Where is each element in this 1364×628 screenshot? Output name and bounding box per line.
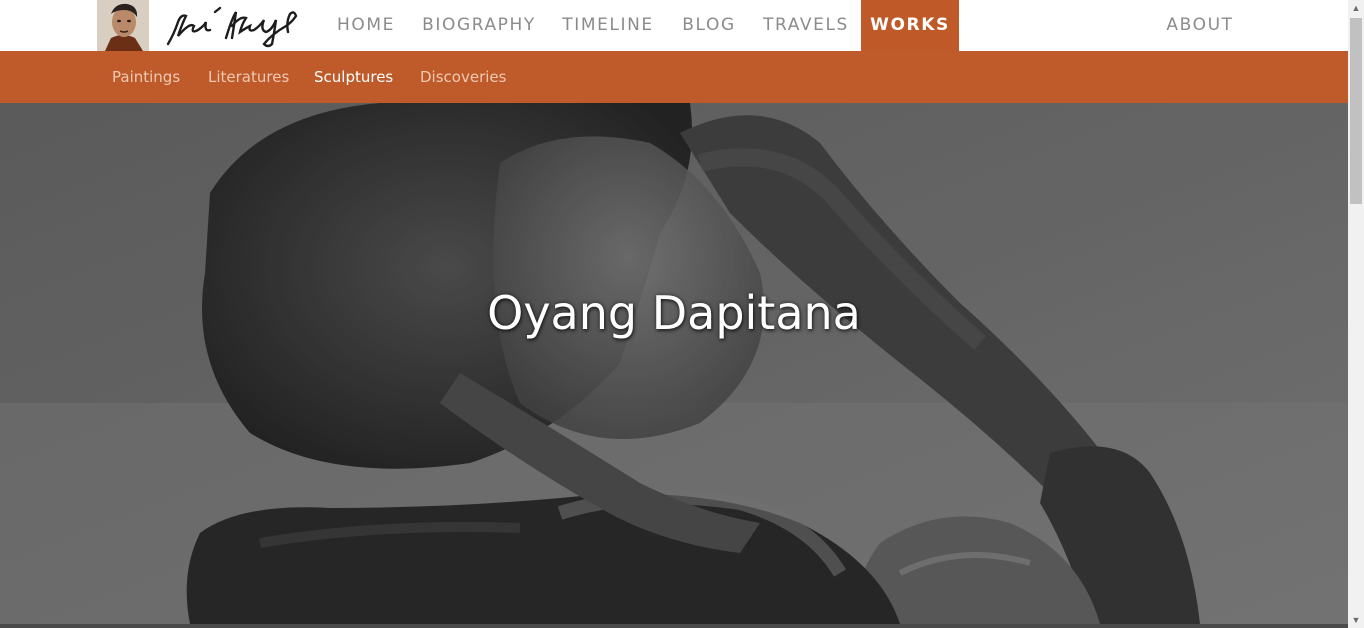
- scroll-down-icon[interactable]: ▼: [1348, 612, 1364, 628]
- nav-works[interactable]: WORKS: [861, 0, 959, 51]
- nav-about[interactable]: ABOUT: [1158, 0, 1242, 51]
- nav-blog[interactable]: BLOG: [673, 0, 745, 51]
- hero-banner: Oyang Dapitana: [0, 103, 1348, 624]
- nav-biography[interactable]: BIOGRAPHY: [416, 0, 542, 51]
- nav-home[interactable]: HOME: [327, 0, 405, 51]
- top-navbar: HOME BIOGRAPHY TIMELINE BLOG TRAVELS WOR…: [0, 0, 1348, 51]
- hero-title: Oyang Dapitana: [487, 286, 861, 340]
- scroll-up-icon[interactable]: ▲: [1348, 0, 1364, 16]
- portrait-logo[interactable]: [97, 0, 149, 51]
- subnav-discoveries[interactable]: Discoveries: [420, 51, 506, 103]
- sub-navbar: Paintings Literatures Sculptures Discove…: [0, 51, 1348, 103]
- bottom-edge: [0, 624, 1348, 628]
- nav-timeline[interactable]: TIMELINE: [555, 0, 661, 51]
- nav-travels[interactable]: TRAVELS: [757, 0, 855, 51]
- subnav-paintings[interactable]: Paintings: [112, 51, 180, 103]
- scroll-thumb[interactable]: [1350, 18, 1362, 204]
- subnav-sculptures[interactable]: Sculptures: [314, 51, 393, 103]
- subnav-literatures[interactable]: Literatures: [208, 51, 289, 103]
- signature-icon: [166, 6, 298, 48]
- sculpture-photo: [0, 103, 1348, 624]
